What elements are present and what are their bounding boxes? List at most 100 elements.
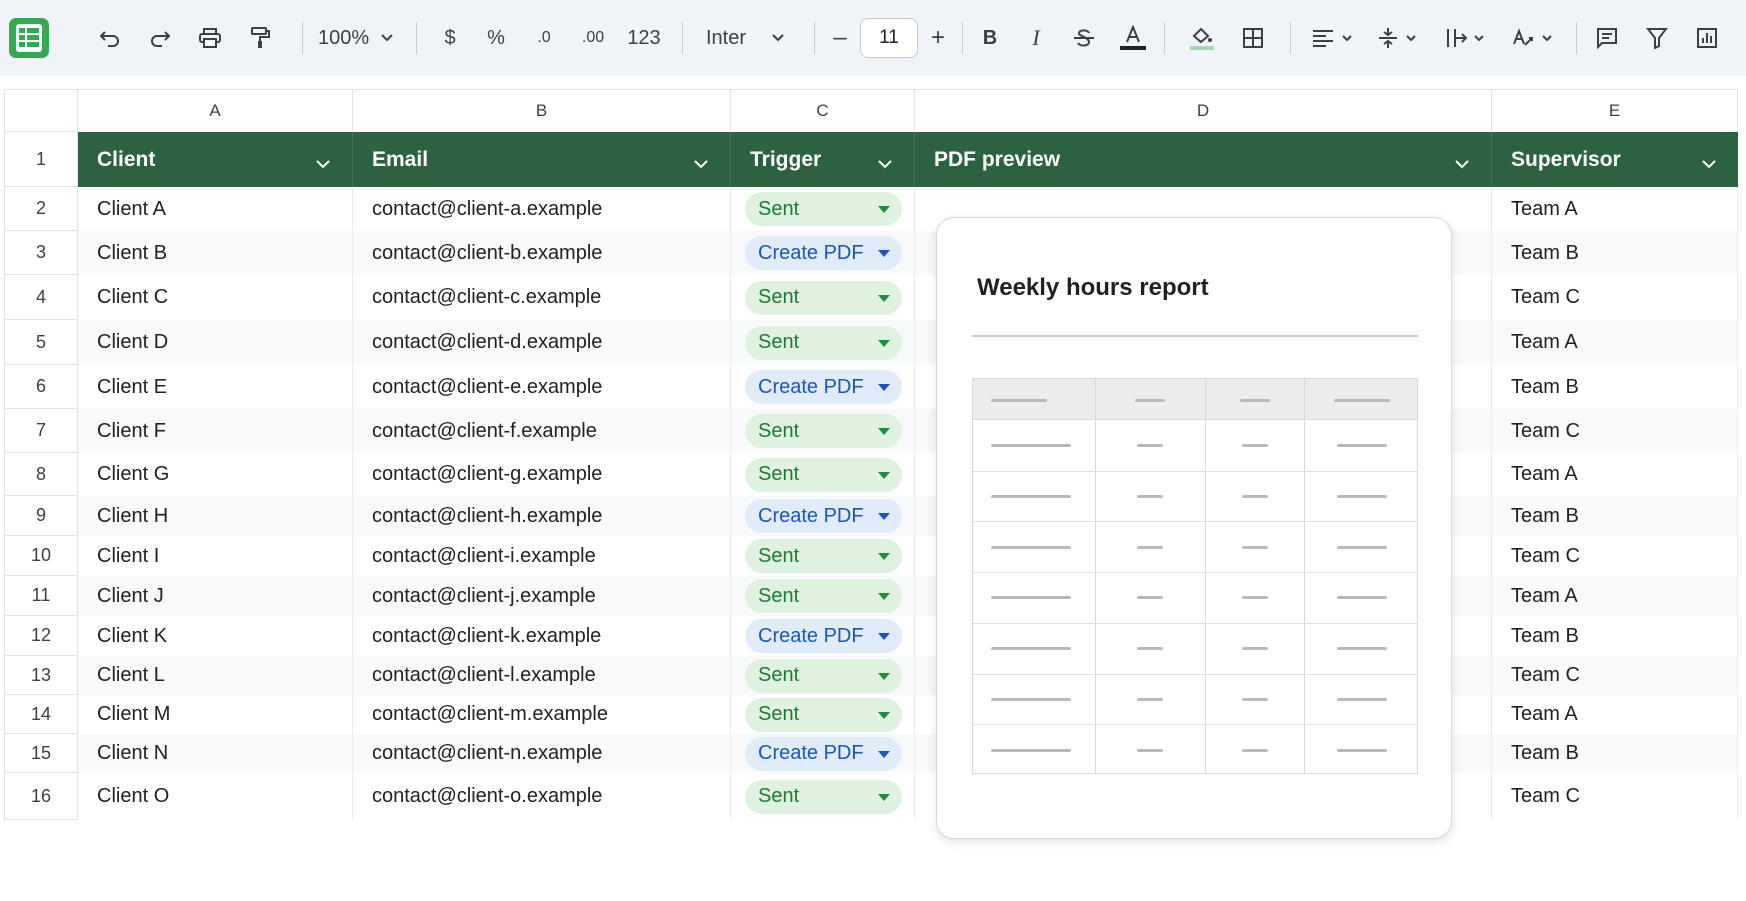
trigger-cell[interactable]: Create PDF xyxy=(731,365,915,409)
supervisor-cell[interactable]: Team A xyxy=(1492,320,1738,365)
trigger-cell[interactable]: Create PDF xyxy=(731,616,915,656)
dropdown-arrow-icon[interactable] xyxy=(878,513,890,520)
currency-format-button[interactable]: $ xyxy=(440,18,460,58)
header-client[interactable]: Client xyxy=(78,132,353,187)
email-cell[interactable]: contact@client-h.example xyxy=(353,496,731,536)
status-chip-sent[interactable]: Sent xyxy=(745,779,902,814)
supervisor-cell[interactable]: Team B xyxy=(1492,616,1738,656)
supervisor-cell[interactable]: Team B xyxy=(1492,231,1738,275)
row-number[interactable]: 13 xyxy=(4,656,78,695)
print-icon[interactable] xyxy=(196,18,224,58)
comment-icon[interactable] xyxy=(1594,18,1620,58)
supervisor-cell[interactable]: Team C xyxy=(1492,409,1738,453)
status-chip-sent[interactable]: Sent xyxy=(745,280,902,315)
borders-icon[interactable] xyxy=(1240,18,1266,58)
dropdown-arrow-icon[interactable] xyxy=(878,206,890,213)
italic-button[interactable]: I xyxy=(1024,18,1048,58)
supervisor-cell[interactable]: Team A xyxy=(1492,187,1738,231)
status-chip-sent[interactable]: Sent xyxy=(745,539,902,573)
zoom-dropdown[interactable]: 100% xyxy=(318,18,404,58)
dropdown-arrow-icon[interactable] xyxy=(878,339,890,347)
select-all-corner[interactable] xyxy=(4,89,78,132)
email-cell[interactable]: contact@client-a.example xyxy=(353,187,731,231)
client-cell[interactable]: Client N xyxy=(78,734,353,773)
dropdown-arrow-icon[interactable] xyxy=(878,384,890,391)
client-cell[interactable]: Client B xyxy=(78,231,353,275)
client-cell[interactable]: Client A xyxy=(78,187,353,231)
supervisor-cell[interactable]: Team C xyxy=(1492,656,1738,695)
email-cell[interactable]: contact@client-d.example xyxy=(353,320,731,365)
decrease-font-size-button[interactable]: – xyxy=(828,18,852,58)
horizontal-align-dropdown[interactable] xyxy=(1312,18,1358,58)
increase-font-size-button[interactable]: + xyxy=(926,18,950,58)
dropdown-arrow-icon[interactable] xyxy=(878,471,890,479)
column-header-c[interactable]: C xyxy=(731,89,915,132)
chevron-down-icon[interactable] xyxy=(1702,151,1716,175)
supervisor-cell[interactable]: Team A xyxy=(1492,576,1738,616)
dropdown-arrow-icon[interactable] xyxy=(878,294,890,302)
row-number[interactable]: 15 xyxy=(4,734,78,773)
status-chip-sent[interactable]: Sent xyxy=(745,325,902,360)
font-family-dropdown[interactable]: Inter xyxy=(706,18,802,58)
client-cell[interactable]: Client G xyxy=(78,453,353,496)
trigger-cell[interactable]: Sent xyxy=(731,453,915,496)
email-cell[interactable]: contact@client-f.example xyxy=(353,409,731,453)
row-number[interactable]: 2 xyxy=(4,187,78,231)
status-chip-sent[interactable]: Sent xyxy=(745,457,902,492)
client-cell[interactable]: Client C xyxy=(78,275,353,320)
dropdown-arrow-icon[interactable] xyxy=(878,633,890,640)
chevron-down-icon[interactable] xyxy=(316,151,330,175)
trigger-cell[interactable]: Sent xyxy=(731,656,915,695)
font-size-input[interactable]: 11 xyxy=(860,18,918,58)
trigger-cell[interactable]: Sent xyxy=(731,187,915,231)
column-header-d[interactable]: D xyxy=(915,89,1492,132)
trigger-cell[interactable]: Sent xyxy=(731,409,915,453)
text-rotation-dropdown[interactable] xyxy=(1512,18,1560,58)
client-cell[interactable]: Client L xyxy=(78,656,353,695)
dropdown-arrow-icon[interactable] xyxy=(878,711,890,719)
header-trigger[interactable]: Trigger xyxy=(731,132,915,187)
number-format-button[interactable]: 123 xyxy=(626,18,662,58)
bold-button[interactable]: B xyxy=(978,18,1002,58)
row-number[interactable]: 3 xyxy=(4,231,78,275)
decrease-decimal-button[interactable]: .0 xyxy=(530,18,558,58)
client-cell[interactable]: Client O xyxy=(78,773,353,820)
trigger-cell[interactable]: Create PDF xyxy=(731,734,915,773)
undo-icon[interactable] xyxy=(96,18,124,58)
client-cell[interactable]: Client D xyxy=(78,320,353,365)
row-number[interactable]: 6 xyxy=(4,365,78,409)
supervisor-cell[interactable]: Team B xyxy=(1492,365,1738,409)
row-number[interactable]: 5 xyxy=(4,320,78,365)
paint-format-icon[interactable] xyxy=(246,18,274,58)
client-cell[interactable]: Client J xyxy=(78,576,353,616)
dropdown-arrow-icon[interactable] xyxy=(878,672,890,680)
chevron-down-icon[interactable] xyxy=(694,151,708,175)
client-cell[interactable]: Client K xyxy=(78,616,353,656)
row-number[interactable]: 9 xyxy=(4,496,78,536)
chevron-down-icon[interactable] xyxy=(878,151,892,175)
trigger-cell[interactable]: Sent xyxy=(731,695,915,734)
increase-decimal-button[interactable]: .00 xyxy=(578,18,608,58)
header-pdf-preview[interactable]: PDF preview xyxy=(915,132,1492,187)
supervisor-cell[interactable]: Team C xyxy=(1492,536,1738,576)
email-cell[interactable]: contact@client-e.example xyxy=(353,365,731,409)
dropdown-arrow-icon[interactable] xyxy=(878,250,890,257)
dropdown-arrow-icon[interactable] xyxy=(878,428,890,435)
dropdown-arrow-icon[interactable] xyxy=(878,750,890,758)
trigger-cell[interactable]: Sent xyxy=(731,275,915,320)
supervisor-cell[interactable]: Team C xyxy=(1492,275,1738,320)
pdf-preview-card[interactable]: Weekly hours report xyxy=(936,217,1452,839)
client-cell[interactable]: Client I xyxy=(78,536,353,576)
client-cell[interactable]: Client E xyxy=(78,365,353,409)
email-cell[interactable]: contact@client-n.example xyxy=(353,734,731,773)
supervisor-cell[interactable]: Team C xyxy=(1492,773,1738,820)
email-cell[interactable]: contact@client-i.example xyxy=(353,536,731,576)
sheets-logo-icon[interactable] xyxy=(9,18,49,58)
row-number[interactable]: 4 xyxy=(4,275,78,320)
chevron-down-icon[interactable] xyxy=(1455,151,1469,175)
supervisor-cell[interactable]: Team A xyxy=(1492,695,1738,734)
status-chip-create-pdf[interactable]: Create PDF xyxy=(745,236,902,270)
percent-format-button[interactable]: % xyxy=(484,18,508,58)
dropdown-arrow-icon[interactable] xyxy=(878,793,890,801)
redo-icon[interactable] xyxy=(146,18,174,58)
